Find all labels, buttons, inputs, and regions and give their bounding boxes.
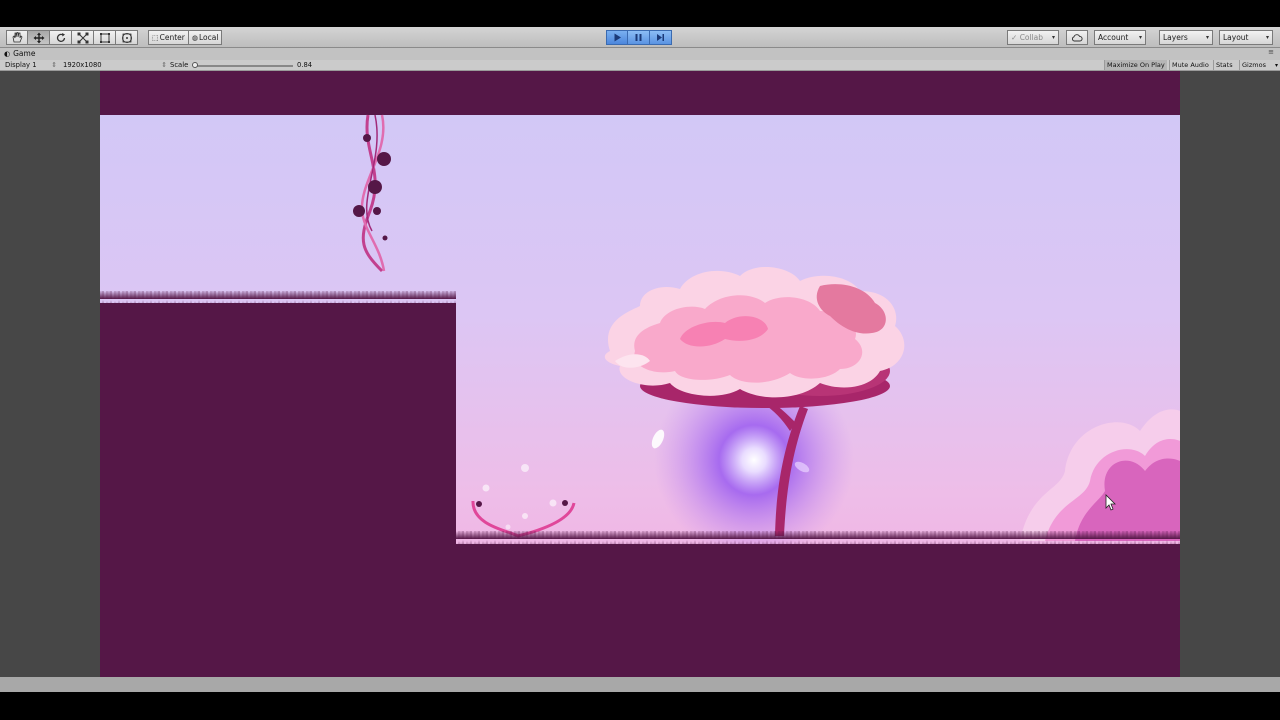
tab-menu-icon[interactable]: ≡ xyxy=(1268,48,1274,56)
layers-label: Layers xyxy=(1163,33,1188,42)
scale-slider-thumb[interactable] xyxy=(192,62,198,68)
pivot-icon: ⬚ xyxy=(152,33,159,42)
tab-game[interactable]: ◐ Game xyxy=(4,49,35,58)
gizmos-label: Gizmos xyxy=(1242,61,1266,69)
gizmos-dropdown[interactable]: Gizmos ▾ xyxy=(1239,60,1280,70)
cloud-group xyxy=(1066,30,1088,45)
play-button[interactable] xyxy=(606,30,628,45)
rect-tool-icon[interactable] xyxy=(94,30,116,45)
stats-label: Stats xyxy=(1216,61,1233,69)
scale-value: 0.84 xyxy=(297,61,313,69)
scale-slider-track[interactable] xyxy=(195,65,293,67)
updown-icon: ⇕ xyxy=(51,61,57,69)
mute-audio-label: Mute Audio xyxy=(1172,61,1209,69)
cloud-icon xyxy=(1072,33,1083,41)
maximize-on-play-toggle[interactable]: Maximize On Play xyxy=(1104,60,1167,70)
check-icon: ✓ xyxy=(1011,33,1018,42)
chevron-down-icon: ▾ xyxy=(1138,34,1142,41)
pause-button[interactable] xyxy=(628,30,650,45)
display-label: Display 1 xyxy=(5,61,37,69)
bottom-letterbox xyxy=(0,692,1280,720)
account-label: Account xyxy=(1098,33,1129,42)
layout-group: Layout ▾ xyxy=(1219,30,1273,45)
chevron-down-icon: ▾ xyxy=(1205,34,1209,41)
maximize-on-play-label: Maximize On Play xyxy=(1107,61,1165,69)
game-render[interactable] xyxy=(100,71,1180,677)
move-tool-icon[interactable] xyxy=(28,30,50,45)
scale-tool-icon[interactable] xyxy=(72,30,94,45)
resolution-label: 1920x1080 xyxy=(63,61,102,69)
main-toolbar: ⬚ Center ◍ Local ✓ Collab ▾ Account ▾ La… xyxy=(0,27,1280,48)
left-cliff xyxy=(100,303,456,677)
stats-toggle[interactable]: Stats xyxy=(1213,60,1235,70)
collab-group: ✓ Collab ▾ xyxy=(1007,30,1059,45)
pivot-mode-button[interactable]: ⬚ Center xyxy=(148,30,189,45)
transform-tools xyxy=(6,30,138,45)
game-controller-icon: ◐ xyxy=(4,49,11,58)
updown-icon: ⇕ xyxy=(161,61,167,69)
account-dropdown[interactable]: Account ▾ xyxy=(1094,30,1146,45)
hand-tool-icon[interactable] xyxy=(6,30,28,45)
transform-tool-icon[interactable] xyxy=(116,30,138,45)
game-viewport[interactable] xyxy=(0,71,1280,677)
collab-label: ✓ Collab xyxy=(1011,33,1044,42)
game-tab-label: Game xyxy=(13,49,36,58)
account-group: Account ▾ xyxy=(1094,30,1146,45)
layers-dropdown[interactable]: Layers ▾ xyxy=(1159,30,1213,45)
step-button[interactable] xyxy=(650,30,672,45)
play-controls xyxy=(606,30,672,45)
cloud-button[interactable] xyxy=(1066,30,1088,45)
collab-dropdown[interactable]: ✓ Collab ▾ xyxy=(1007,30,1059,45)
pivot-mode-label: Center xyxy=(159,33,185,42)
scale-label: Scale xyxy=(170,61,189,69)
game-tab-bar: ◐ Game ≡ xyxy=(0,48,1280,60)
game-options-bar: Display 1 ⇕ 1920x1080 ⇕ Scale 0.84 Maxim… xyxy=(0,60,1280,71)
step-icon xyxy=(657,34,664,41)
pivot-controls: ⬚ Center ◍ Local xyxy=(148,30,223,45)
chevron-down-icon: ▾ xyxy=(1265,34,1269,41)
top-letterbox xyxy=(100,71,1180,115)
layout-dropdown[interactable]: Layout ▾ xyxy=(1219,30,1273,45)
chevron-down-icon: ▾ xyxy=(1274,61,1278,69)
pivot-space-button[interactable]: ◍ Local xyxy=(188,30,223,45)
mute-audio-toggle[interactable]: Mute Audio xyxy=(1169,60,1211,70)
play-icon xyxy=(614,33,621,42)
ground-grass xyxy=(456,531,1180,545)
cliff-grass xyxy=(100,291,456,305)
chevron-down-icon: ▾ xyxy=(1051,34,1055,41)
status-strip xyxy=(0,677,1280,692)
layers-group: Layers ▾ xyxy=(1159,30,1213,45)
pivot-space-label: Local xyxy=(198,33,219,42)
layout-label: Layout xyxy=(1223,33,1249,42)
pause-icon xyxy=(635,34,642,41)
globe-icon: ◍ xyxy=(191,33,198,42)
rotate-tool-icon[interactable] xyxy=(50,30,72,45)
ground xyxy=(456,544,1180,677)
resolution-dropdown[interactable]: 1920x1080 ⇕ xyxy=(63,61,167,69)
display-dropdown[interactable]: Display 1 ⇕ xyxy=(5,61,57,69)
